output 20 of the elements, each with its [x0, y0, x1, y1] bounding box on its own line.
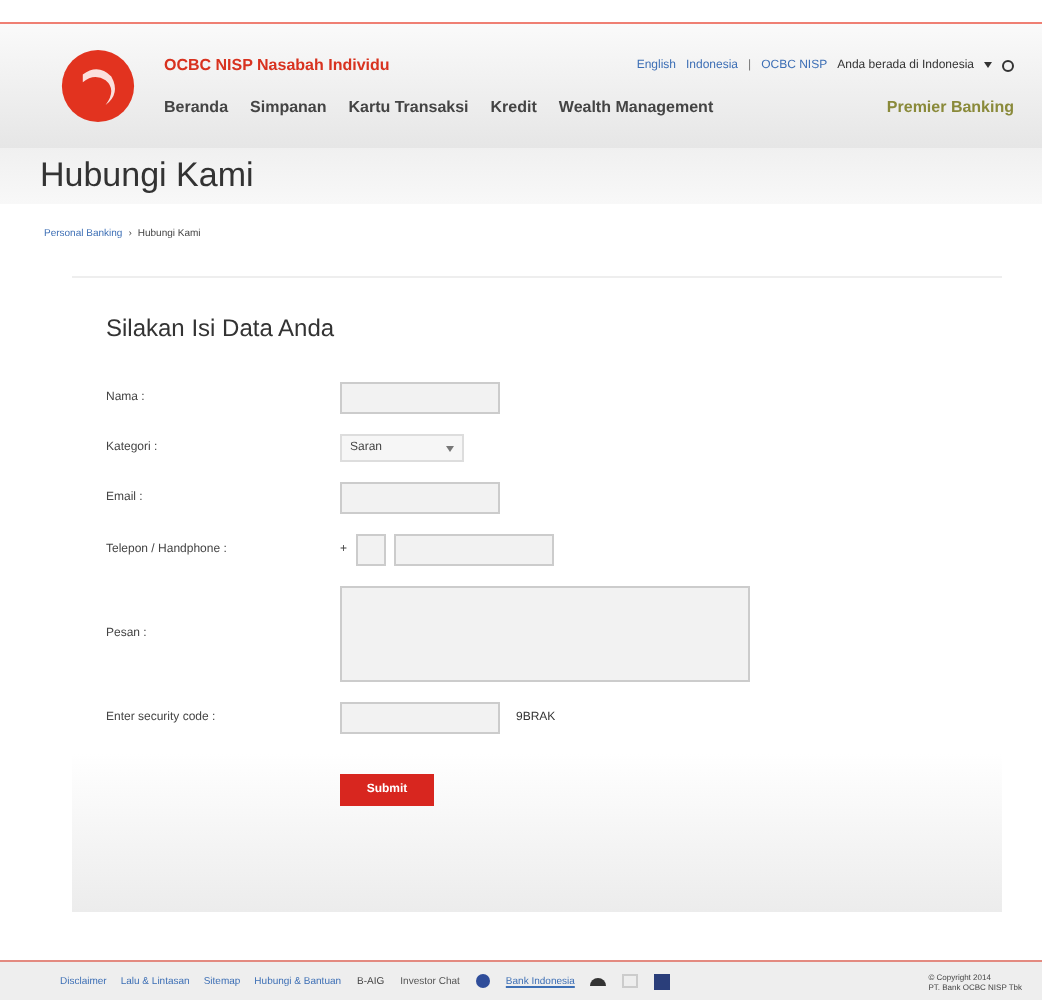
premier-link[interactable]: Premier Banking — [886, 98, 1014, 116]
phone-field[interactable] — [393, 534, 554, 566]
nav-item[interactable]: Wealth Management — [558, 98, 714, 116]
message-field[interactable] — [340, 586, 750, 682]
square-icon — [654, 973, 671, 989]
caret-icon — [446, 445, 454, 451]
country-code-field[interactable] — [355, 534, 386, 566]
input-field[interactable] — [340, 482, 500, 514]
input-field[interactable] — [340, 382, 500, 414]
nav-item[interactable]: Kartu Transaksi — [348, 98, 469, 116]
search-icon[interactable] — [1002, 59, 1014, 71]
caret-icon[interactable] — [984, 62, 992, 68]
brand-name: OCBC NISP Nasabah Individu — [164, 56, 390, 74]
page-title: Hubungi Kami — [40, 156, 254, 196]
logo-icon[interactable] — [60, 48, 136, 124]
nav-item[interactable]: Simpanan — [250, 98, 327, 116]
nav-item[interactable]: Kredit — [490, 98, 537, 116]
security-code-field[interactable] — [340, 702, 500, 734]
form-title: Silakan Isi Data Anda — [106, 314, 337, 342]
nav-item[interactable]: Beranda — [164, 98, 229, 116]
